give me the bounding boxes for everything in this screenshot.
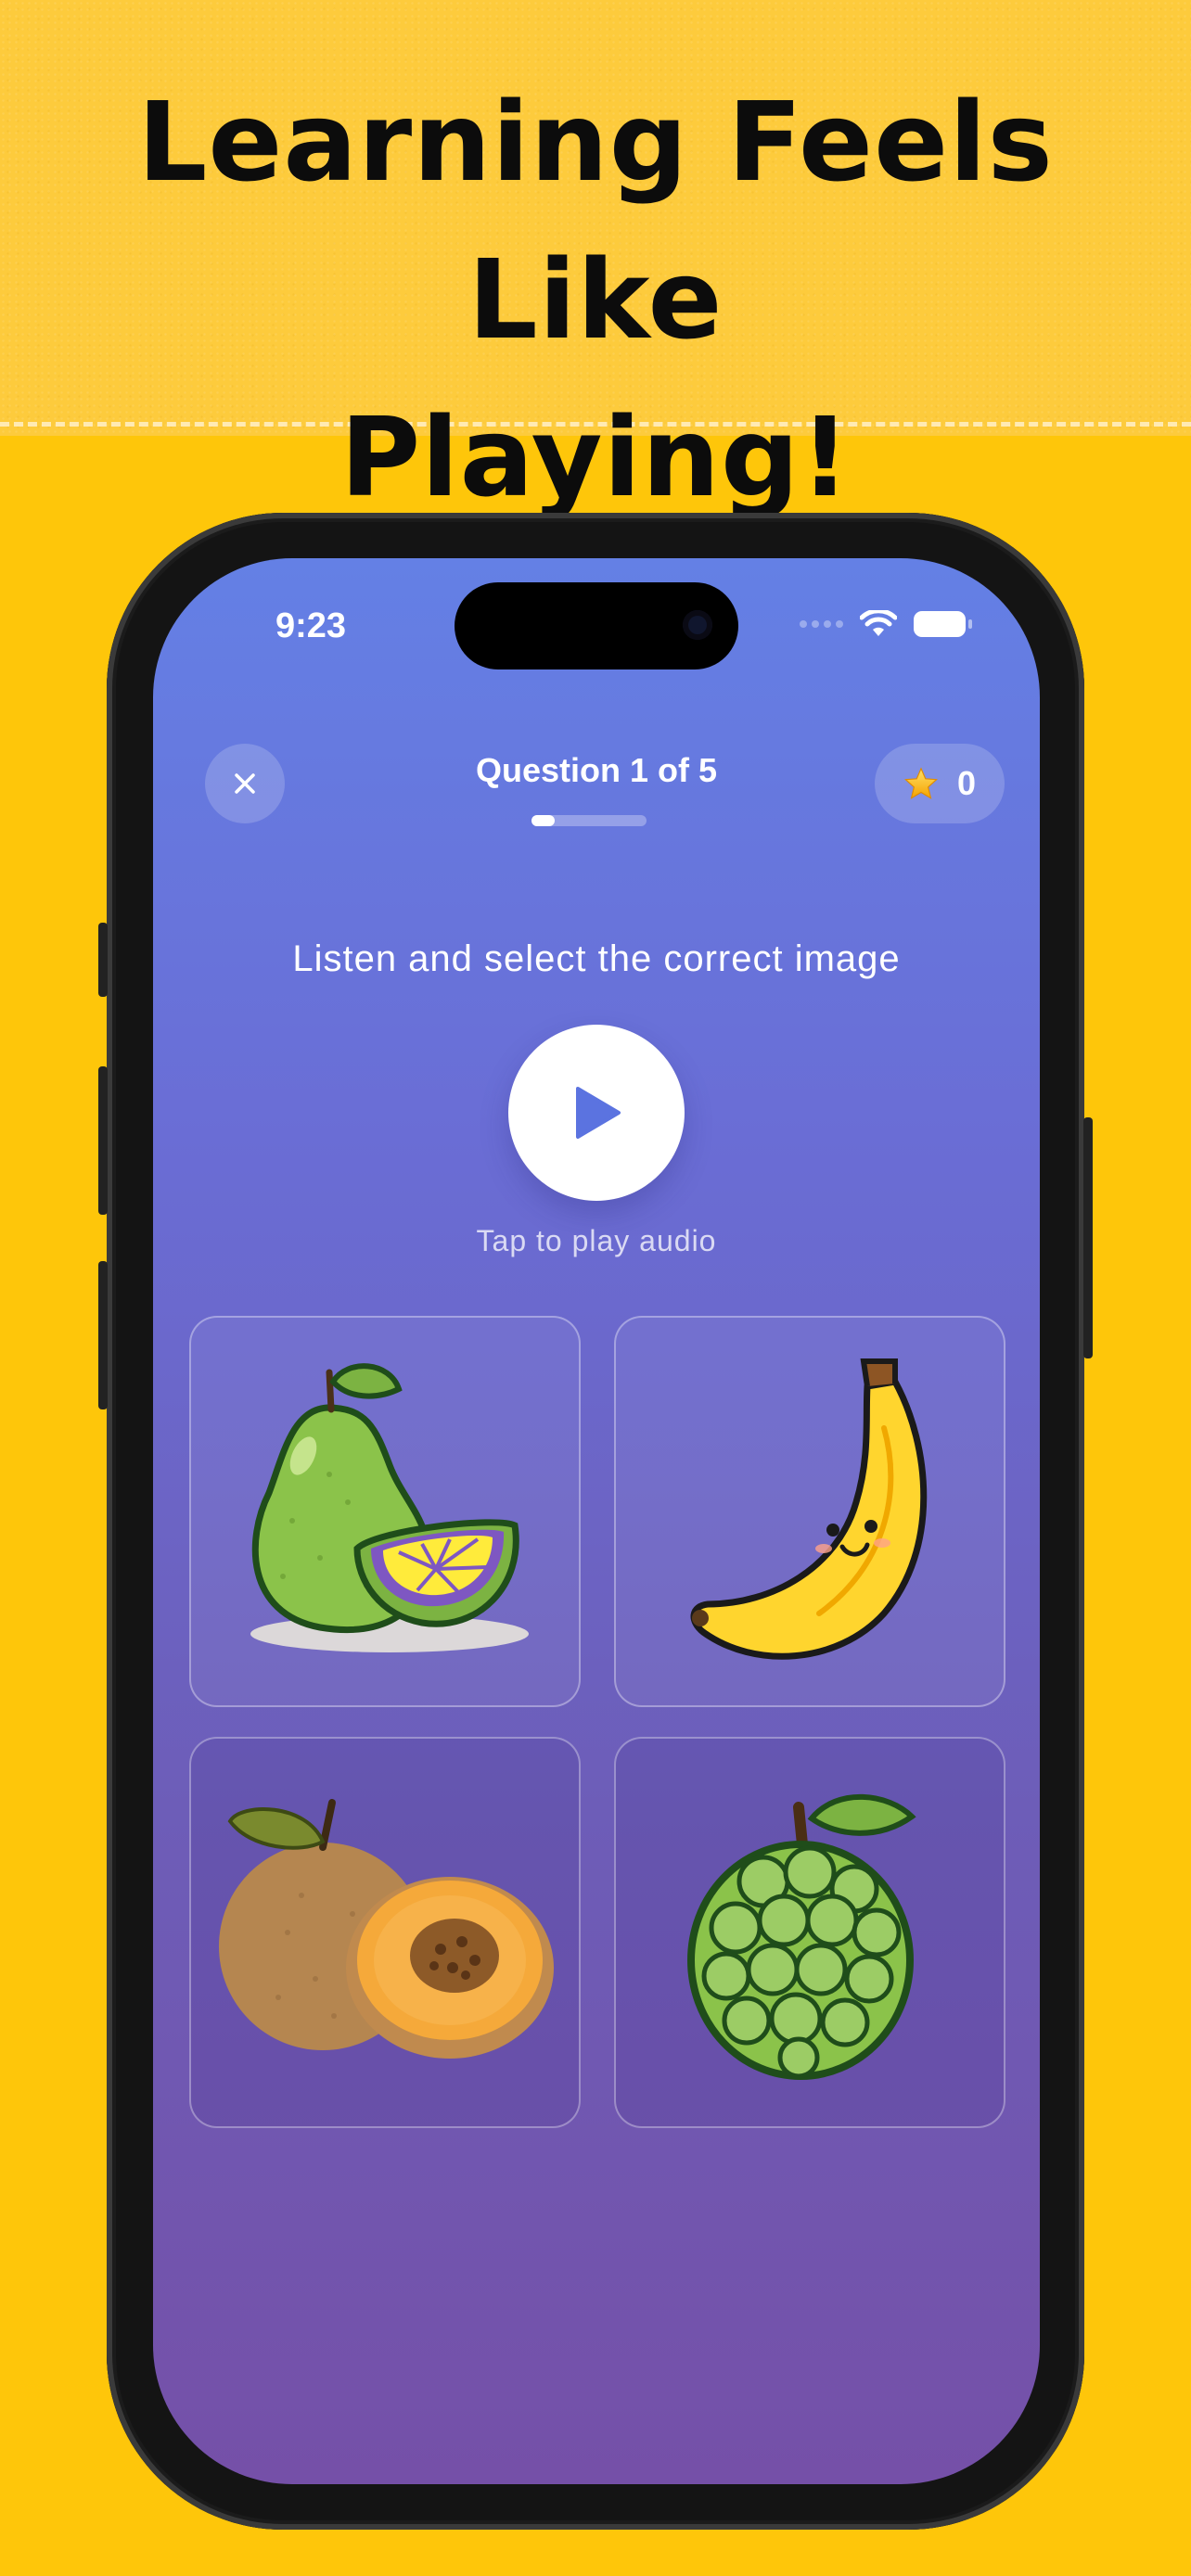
answer-option-banana[interactable] bbox=[614, 1316, 1005, 1707]
play-icon bbox=[576, 1087, 621, 1139]
question-progress-bar bbox=[531, 815, 647, 826]
score-value: 0 bbox=[956, 764, 977, 802]
play-audio-button[interactable] bbox=[508, 1025, 685, 1201]
app-screen: 9:23 Question 1 of 5 0 Listen and select… bbox=[153, 558, 1040, 2484]
camera-icon bbox=[683, 610, 712, 640]
status-icons bbox=[800, 610, 972, 638]
status-time: 9:23 bbox=[275, 606, 347, 645]
phone-volume-up bbox=[98, 1066, 108, 1215]
phone-power-button bbox=[1083, 1117, 1093, 1358]
custard-apple-icon bbox=[687, 1793, 916, 2080]
promo-headline: Learning Feels Like Playing! bbox=[0, 63, 1191, 536]
wifi-icon bbox=[860, 610, 897, 636]
dynamic-island bbox=[455, 582, 738, 670]
answer-grid bbox=[189, 1316, 1005, 2128]
answer-option-sapodilla[interactable] bbox=[189, 1737, 581, 2128]
phone-side-button bbox=[98, 923, 108, 997]
banana-icon bbox=[690, 1358, 928, 1660]
sapodilla-icon bbox=[219, 1799, 554, 2059]
answer-option-pomelo[interactable] bbox=[189, 1316, 581, 1707]
cellular-signal-icon bbox=[800, 620, 843, 628]
battery-icon bbox=[914, 611, 972, 637]
pomelo-icon bbox=[250, 1363, 529, 1652]
progress-fill bbox=[531, 815, 555, 826]
phone-volume-down bbox=[98, 1261, 108, 1409]
answer-option-custard-apple[interactable] bbox=[614, 1737, 1005, 2128]
audio-hint: Tap to play audio bbox=[476, 1224, 717, 1257]
star-icon bbox=[903, 767, 938, 799]
headline-line-1: Learning Feels Like bbox=[137, 78, 1054, 363]
score-badge: 0 bbox=[875, 744, 1005, 823]
quiz-instruction: Listen and select the correct image bbox=[292, 938, 901, 979]
